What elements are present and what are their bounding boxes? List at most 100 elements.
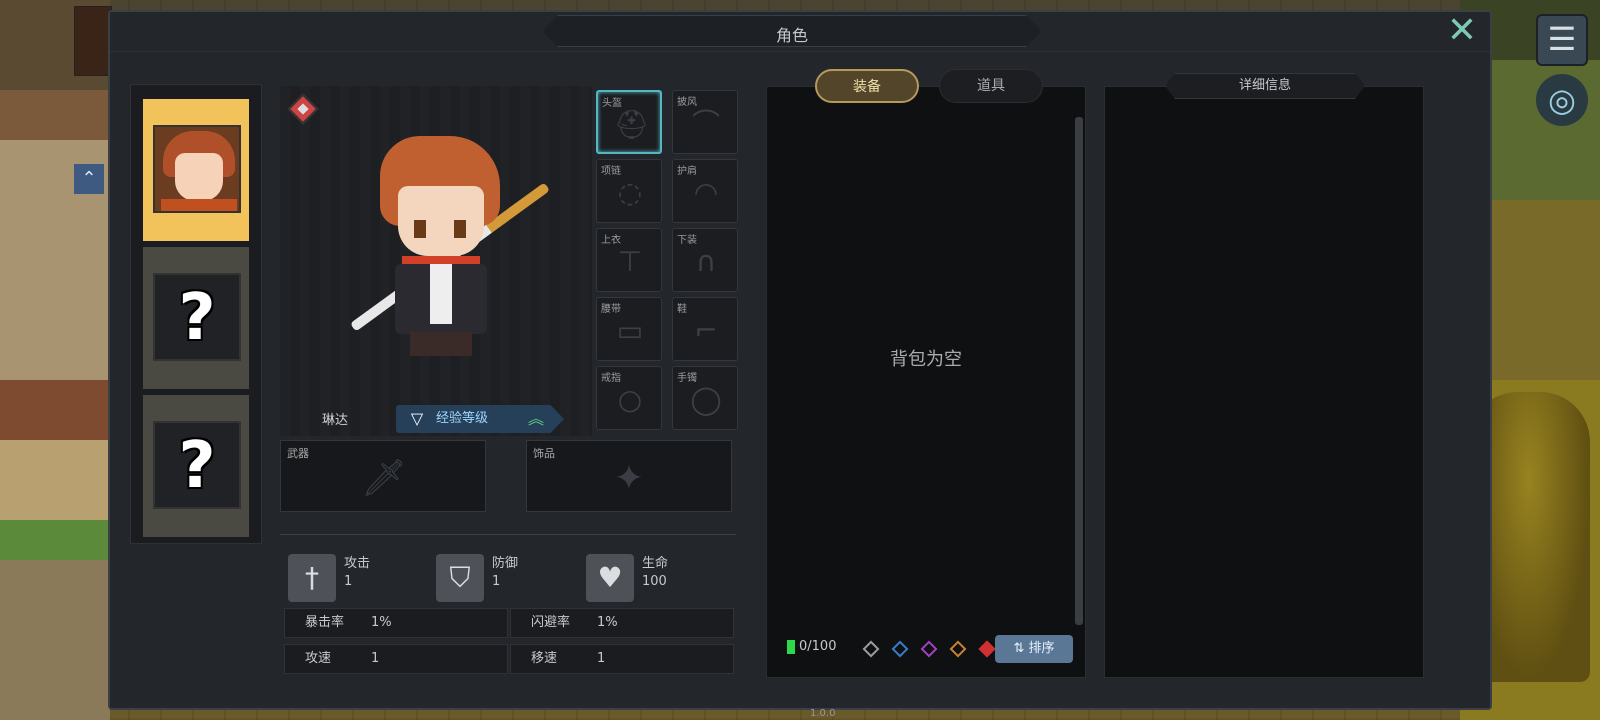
stat-name: 生命	[642, 556, 669, 571]
secondary-stat-row: 暴击率 1%	[284, 608, 508, 638]
equipment-slot-label: 上衣	[601, 235, 621, 246]
equipment-slot-2[interactable]: 项链 ◌	[596, 159, 662, 223]
stat-value: 100	[642, 574, 667, 589]
inventory-empty-message: 背包为空	[890, 349, 962, 370]
character-name: 琳达	[321, 413, 348, 428]
background-town-left	[0, 0, 110, 720]
pauldron-icon: ◠	[693, 176, 719, 209]
sort-button[interactable]: ⇅ 排序	[995, 635, 1073, 663]
locked-portrait: ?	[153, 273, 241, 361]
necklace-icon: ◌	[617, 176, 643, 209]
tab-items[interactable]: 道具	[939, 69, 1043, 103]
stat-value: 1	[344, 574, 353, 589]
level-emblem-icon: ▽	[410, 409, 424, 428]
secondary-stat-row: 攻速 1	[284, 644, 508, 674]
sort-button-label: 排序	[1028, 641, 1055, 656]
sword-icon: 🗡	[361, 458, 407, 499]
double-chevron-up-icon: ︽	[527, 409, 544, 428]
equipment-slot-label: 下装	[677, 235, 697, 246]
close-button[interactable]: ✕	[1444, 13, 1480, 50]
class-badge-icon[interactable]	[287, 93, 319, 125]
weapon-slot[interactable]: 武器 🗡	[280, 440, 486, 512]
stat-value: 1	[492, 574, 501, 589]
character-preview	[280, 86, 592, 436]
stat-value: 1	[597, 651, 606, 666]
equipment-slot-label: 手镯	[677, 373, 697, 384]
inventory-filter-bar: 0/100 ⇅ 排序	[787, 635, 1077, 663]
stat-name: 攻击	[344, 556, 371, 571]
pants-icon: ∩	[695, 245, 717, 278]
equipment-slot-9[interactable]: 手镯 ◯	[672, 366, 738, 430]
title-plate: 角色	[542, 15, 1042, 47]
version-text: 1.0.0	[810, 708, 836, 719]
question-mark-icon: ?	[178, 281, 216, 355]
equipment-slot-0[interactable]: 头盔 ⛑	[596, 90, 662, 154]
ring-icon: ○	[617, 383, 643, 416]
rarity-filter-2-icon[interactable]	[920, 640, 938, 658]
weapon-slot-label: 武器	[287, 447, 309, 460]
rarity-filter-1-icon[interactable]	[891, 640, 909, 658]
equipment-slot-label: 项链	[601, 166, 621, 177]
character-slot-list: ? ?	[130, 84, 262, 544]
inventory-count-text: 0/100	[799, 639, 837, 654]
equipment-slot-label: 头盔	[602, 98, 622, 109]
equipment-slot-7[interactable]: 鞋 ⌐	[672, 297, 738, 361]
equipment-slot-5[interactable]: 下装 ∩	[672, 228, 738, 292]
menu-button[interactable]: ☰	[1536, 14, 1588, 66]
equipment-slot-6[interactable]: 腰带 ▭	[596, 297, 662, 361]
character-slot-1[interactable]	[143, 99, 249, 241]
divider	[280, 534, 736, 535]
stat-key: 暴击率	[305, 615, 345, 630]
rarity-filter-3-icon[interactable]	[949, 640, 967, 658]
title-bar: 角色 ✕	[110, 12, 1490, 52]
stat-key: 攻速	[305, 651, 332, 666]
sword-icon: †	[288, 554, 336, 602]
hud-portrait[interactable]	[74, 6, 112, 76]
helmet-icon: ⛑	[614, 108, 650, 141]
stat-key: 移速	[531, 651, 558, 666]
attack-stat: † 攻击 1	[288, 548, 438, 604]
stat-value: 1%	[371, 615, 392, 630]
equipment-slot-label: 戒指	[601, 373, 621, 384]
equipment-slot-3[interactable]: 护肩 ◠	[672, 159, 738, 223]
health-stat: ♥ 生命 100	[586, 548, 736, 604]
accessory-slot[interactable]: 饰品 ✦	[526, 440, 732, 512]
character-portrait	[153, 125, 241, 213]
detail-title: 详细信息	[1165, 73, 1365, 99]
compass-icon: ✦	[613, 458, 645, 499]
rarity-filter-4-icon[interactable]	[978, 640, 996, 658]
inventory-scrollbar[interactable]	[1075, 117, 1083, 625]
stat-key: 闪避率	[531, 615, 571, 630]
window-title: 角色	[775, 26, 808, 45]
tab-equipment[interactable]: 装备	[815, 69, 919, 103]
equipment-slot-4[interactable]: 上衣 ⊤	[596, 228, 662, 292]
equipment-slot-8[interactable]: 戒指 ○	[596, 366, 662, 430]
secondary-stat-row: 移速 1	[510, 644, 734, 674]
level-text: 经验等级	[436, 411, 489, 426]
equipment-slot-1[interactable]: 披风 ⌒	[672, 90, 738, 154]
stat-value: 1	[371, 651, 380, 666]
stat-value: 1%	[597, 615, 618, 630]
hud-up-arrow-icon[interactable]: ⌃	[74, 164, 104, 194]
boot-icon: ⌐	[694, 314, 718, 347]
accessory-slot-label: 饰品	[533, 447, 555, 460]
portal-swirl-button[interactable]: ◎	[1536, 74, 1588, 126]
character-slot-2[interactable]: ?	[143, 247, 249, 389]
equipment-slot-label: 腰带	[601, 304, 621, 315]
secondary-stat-row: 闪避率 1%	[510, 608, 734, 638]
level-badge[interactable]: ▽ 经验等级 ︽	[396, 405, 564, 433]
detail-panel: 详细信息	[1104, 86, 1424, 678]
character-sprite	[340, 136, 551, 356]
rarity-filter-0-icon[interactable]	[862, 640, 880, 658]
character-slot-3[interactable]: ?	[143, 395, 249, 537]
question-mark-icon: ?	[178, 429, 216, 503]
equipment-slot-label: 鞋	[677, 304, 687, 315]
bracelet-icon: ◯	[690, 383, 722, 416]
defense-stat: ⛉ 防御 1	[436, 548, 586, 604]
inventory-panel: 装备 道具 背包为空 0/100 ⇅ 排序	[766, 69, 1086, 678]
game-screen: ⌃ ☰ ◎ 角色 ✕ ? ? 琳达 ▽ 经验等级 ︽ 头盔 ⛑ 披风 ⌒ 项链 …	[0, 0, 1600, 720]
shirt-icon: ⊤	[617, 245, 643, 278]
locked-portrait: ?	[153, 421, 241, 509]
equipment-slot-label: 护肩	[677, 166, 697, 177]
stat-name: 防御	[492, 556, 519, 571]
